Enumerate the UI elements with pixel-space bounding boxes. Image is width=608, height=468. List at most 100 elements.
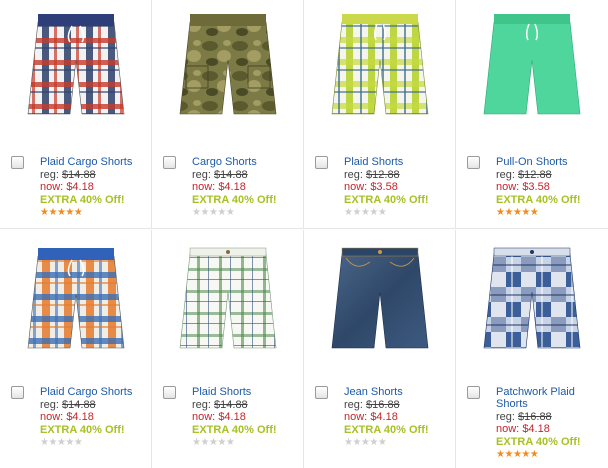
product-name-link[interactable]: Patchwork Plaid Shorts	[496, 386, 604, 410]
rating-stars: ★★★★★	[344, 437, 452, 449]
compare-checkbox[interactable]	[163, 156, 176, 169]
star-icon: ★	[529, 449, 539, 460]
regular-price: reg: $14.88	[192, 399, 300, 411]
product-grid: Plaid Cargo Shorts reg: $14.88 now: $4.1…	[0, 0, 608, 468]
star-icon: ★	[48, 437, 57, 448]
compare-checkbox[interactable]	[315, 386, 328, 399]
promo-text: EXTRA 40% Off!	[192, 424, 277, 436]
star-icon: ★	[377, 207, 387, 218]
regular-price: reg: $14.88	[192, 169, 300, 181]
product-card: Plaid Cargo Shorts reg: $14.88 now: $4.1…	[0, 230, 152, 468]
reg-price-value: $16.88	[366, 399, 400, 411]
now-label: now:	[40, 181, 64, 193]
regular-price: reg: $16.88	[344, 399, 452, 411]
star-icon: ★	[377, 437, 387, 448]
rating-stars: ★★★★★	[40, 437, 148, 449]
rating-stars: ★★★★★	[40, 207, 148, 219]
star-icon: ★	[65, 437, 74, 448]
promo-text: EXTRA 40% Off!	[192, 194, 277, 206]
reg-label: reg:	[344, 399, 363, 411]
reg-label: reg:	[344, 169, 363, 181]
plaid-cargo-shorts-image[interactable]	[20, 8, 132, 124]
regular-price: reg: $16.88	[496, 411, 604, 423]
product-info: Plaid Shorts reg: $12.88 now: $3.58 EXTR…	[344, 156, 452, 219]
regular-price: reg: $12.88	[496, 169, 604, 181]
product-name-link[interactable]: Plaid Cargo Shorts	[40, 156, 148, 168]
jean-shorts-image[interactable]	[324, 242, 436, 358]
rating-stars: ★★★★★	[496, 449, 604, 461]
star-icon: ★	[65, 207, 74, 218]
star-icon: ★	[200, 437, 209, 448]
green-plaid-shorts-image[interactable]	[324, 8, 436, 124]
star-icon: ★	[504, 207, 513, 218]
product-card: Pull-On Shorts reg: $12.88 now: $3.58 EX…	[456, 0, 608, 229]
star-icon: ★	[73, 437, 83, 448]
regular-price: reg: $12.88	[344, 169, 452, 181]
compare-checkbox[interactable]	[11, 156, 24, 169]
orange-plaid-cargo-shorts-image[interactable]	[20, 242, 132, 358]
sale-price: now: $4.18	[40, 411, 148, 423]
compare-checkbox[interactable]	[163, 386, 176, 399]
product-name-link[interactable]: Plaid Cargo Shorts	[40, 386, 148, 398]
product-card: Jean Shorts reg: $16.88 now: $4.18 EXTRA…	[304, 230, 456, 468]
product-name-link[interactable]: Jean Shorts	[344, 386, 452, 398]
promo-text: EXTRA 40% Off!	[496, 436, 581, 448]
promo-text: EXTRA 40% Off!	[344, 194, 429, 206]
now-price-value: $4.18	[66, 411, 94, 423]
reg-label: reg:	[192, 399, 211, 411]
product-info: Plaid Cargo Shorts reg: $14.88 now: $4.1…	[40, 386, 148, 449]
star-icon: ★	[217, 207, 226, 218]
star-icon: ★	[225, 207, 235, 218]
reg-label: reg:	[496, 411, 515, 423]
star-icon: ★	[504, 449, 513, 460]
now-label: now:	[192, 411, 216, 423]
white-plaid-shorts-image[interactable]	[172, 242, 284, 358]
reg-price-value: $14.88	[62, 399, 96, 411]
reg-label: reg:	[40, 169, 59, 181]
star-icon: ★	[529, 207, 539, 218]
rating-stars: ★★★★★	[344, 207, 452, 219]
now-price-value: $3.58	[522, 181, 550, 193]
compare-checkbox[interactable]	[467, 386, 480, 399]
reg-label: reg:	[192, 169, 211, 181]
product-name-link[interactable]: Plaid Shorts	[344, 156, 452, 168]
compare-checkbox[interactable]	[11, 386, 24, 399]
star-icon: ★	[521, 207, 530, 218]
now-price-value: $4.18	[370, 411, 398, 423]
now-label: now:	[344, 181, 368, 193]
reg-price-value: $14.88	[62, 169, 96, 181]
now-label: now:	[40, 411, 64, 423]
sale-price: now: $4.18	[40, 181, 148, 193]
patchwork-plaid-shorts-image[interactable]	[476, 242, 588, 358]
now-price-value: $4.18	[218, 411, 246, 423]
product-card: Cargo Shorts reg: $14.88 now: $4.18 EXTR…	[152, 0, 304, 229]
star-icon: ★	[369, 437, 378, 448]
now-label: now:	[344, 411, 368, 423]
now-label: now:	[496, 423, 520, 435]
regular-price: reg: $14.88	[40, 399, 148, 411]
product-info: Jean Shorts reg: $16.88 now: $4.18 EXTRA…	[344, 386, 452, 449]
star-icon: ★	[225, 437, 235, 448]
compare-checkbox[interactable]	[467, 156, 480, 169]
star-icon: ★	[217, 437, 226, 448]
sale-price: now: $4.18	[192, 181, 300, 193]
mint-pull-on-shorts-image[interactable]	[476, 8, 588, 124]
reg-price-value: $14.88	[214, 169, 248, 181]
reg-price-value: $12.88	[366, 169, 400, 181]
product-name-link[interactable]: Cargo Shorts	[192, 156, 300, 168]
compare-checkbox[interactable]	[315, 156, 328, 169]
now-label: now:	[192, 181, 216, 193]
promo-text: EXTRA 40% Off!	[344, 424, 429, 436]
star-icon: ★	[352, 437, 361, 448]
product-name-link[interactable]: Pull-On Shorts	[496, 156, 604, 168]
sale-price: now: $4.18	[496, 423, 604, 435]
rating-stars: ★★★★★	[192, 207, 300, 219]
star-icon: ★	[48, 207, 57, 218]
product-info: Cargo Shorts reg: $14.88 now: $4.18 EXTR…	[192, 156, 300, 219]
product-name-link[interactable]: Plaid Shorts	[192, 386, 300, 398]
reg-price-value: $16.88	[518, 411, 552, 423]
reg-label: reg:	[496, 169, 515, 181]
camo-cargo-shorts-image[interactable]	[172, 8, 284, 124]
now-price-value: $4.18	[66, 181, 94, 193]
sale-price: now: $4.18	[192, 411, 300, 423]
